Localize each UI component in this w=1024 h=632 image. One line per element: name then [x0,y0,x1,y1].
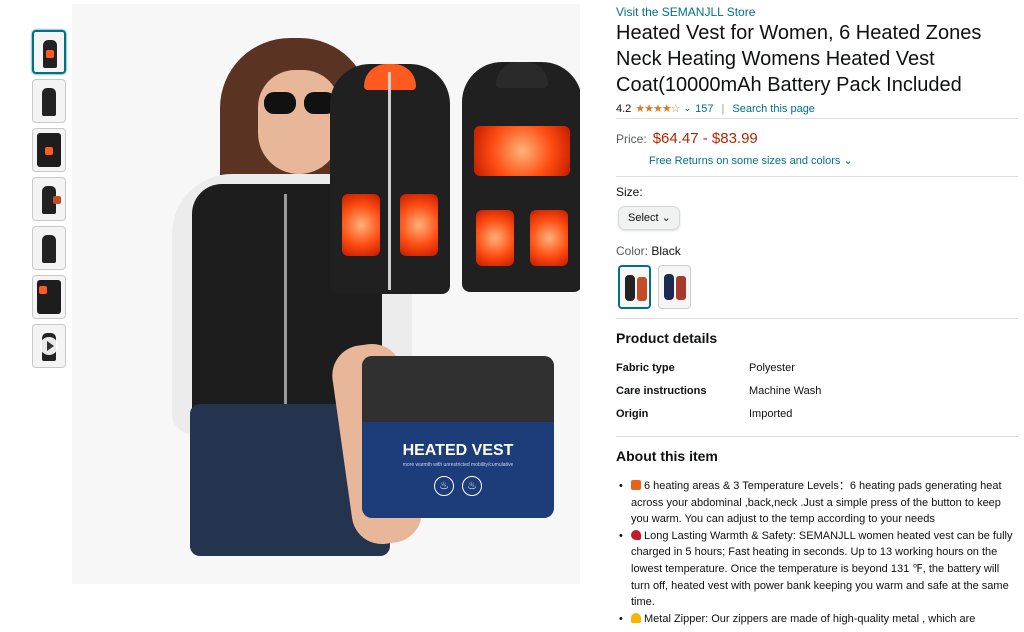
detail-row-origin: Origin Imported [616,408,793,420]
main-product-image[interactable]: HEATED VEST more warmth with unrestricte… [72,4,580,584]
thumbnail-4[interactable] [32,177,66,221]
price-label: Price: [616,132,647,146]
about-list: 6 heating areas & 3 Temperature Levels：6… [616,478,1016,627]
thumbnail-5[interactable] [32,226,66,270]
rating-row: 4.2 ★★★★☆ ⌄ 157 | Search this page [616,102,815,116]
product-details-heading: Product details [616,330,718,346]
bag-label: HEATED VEST [402,442,514,459]
color-label: Color: Black [616,244,681,258]
heart-icon [631,529,641,540]
divider [616,176,1018,177]
flame-icon: ♨ [462,476,482,496]
ratings-count-link[interactable]: 157 [695,103,713,115]
free-returns-link[interactable]: Free Returns on some sizes and colors ⌄ [649,154,853,167]
size-label: Size: [616,185,643,199]
battery-bag-image: HEATED VEST more warmth with unrestricte… [362,356,554,518]
vest-front-image [330,64,450,294]
chevron-down-icon: ⌄ [843,155,853,167]
chevron-down-icon[interactable]: ⌄ [684,103,692,114]
bag-subtext: more warmth with unrestricted mobility/c… [402,462,514,468]
thumbnail-strip [32,30,68,373]
list-item: Metal Zipper: Our zippers are made of hi… [616,611,1016,628]
bell-icon [631,612,641,623]
thumbnail-6[interactable] [32,275,66,319]
rating-value: 4.2 [616,102,632,115]
thumbnail-2[interactable] [32,79,66,123]
detail-row-care: Care instructions Machine Wash [616,385,822,397]
thumbnail-1[interactable] [32,30,66,74]
size-select[interactable]: Select ⌄ [618,206,680,230]
play-icon [40,337,58,355]
divider [616,318,1018,319]
store-link[interactable]: Visit the SEMANJLL Store [616,5,755,19]
color-swatch-navy[interactable] [658,265,691,309]
fire-icon [631,480,641,490]
search-page-link[interactable]: Search this page [732,103,815,115]
price-range: $64.47 - $83.99 [652,130,758,147]
flame-icon: ♨ [434,476,454,496]
product-title: Heated Vest for Women, 6 Heated Zones Ne… [616,22,982,96]
vest-back-image [462,62,580,292]
detail-row-fabric: Fabric type Polyester [616,362,795,374]
divider: | [721,102,725,115]
thumbnail-video[interactable] [32,324,66,368]
color-value: Black [651,244,681,258]
divider [616,436,1018,437]
list-item: Long Lasting Warmth & Safety: SEMANJLL w… [616,528,1016,611]
about-heading: About this item [616,448,718,464]
price-row: Price: $64.47 - $83.99 [616,130,758,147]
chevron-down-icon: ⌄ [661,212,671,224]
star-rating-icon[interactable]: ★★★★☆ [635,102,680,115]
divider [616,118,1018,119]
color-swatch-black[interactable] [618,265,651,309]
list-item: 6 heating areas & 3 Temperature Levels：6… [616,478,1016,528]
sunglasses-icon [264,92,336,114]
thumbnail-3[interactable] [32,128,66,172]
